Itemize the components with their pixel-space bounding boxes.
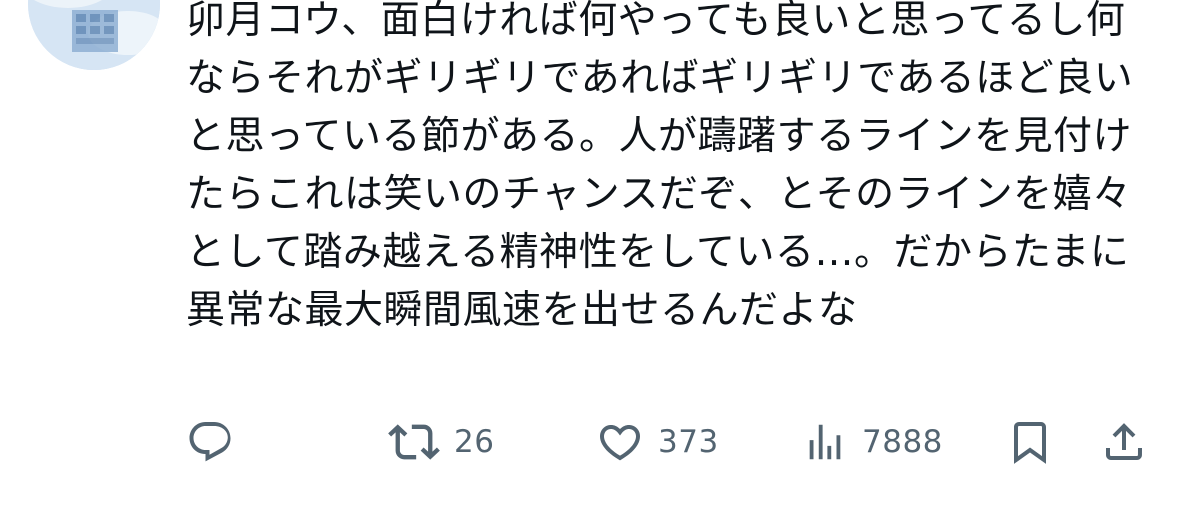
share-icon — [1106, 423, 1142, 460]
retweet-icon — [388, 424, 440, 460]
reply-button[interactable] — [186, 410, 234, 474]
tweet-actions: 26 373 7888 — [0, 410, 1179, 474]
avatar[interactable] — [28, 0, 160, 70]
tweet-text: 卯月コウ、面白ければ何やっても良いと思ってるし何ならそれがギリギリであればギリギ… — [186, 0, 1134, 333]
bookmark-button[interactable] — [1006, 410, 1054, 474]
analytics-icon — [809, 424, 841, 460]
avatar-image — [28, 0, 160, 70]
heart-icon — [599, 425, 641, 461]
views-button[interactable]: 7888 — [802, 410, 943, 474]
share-button[interactable] — [1100, 410, 1148, 474]
like-button[interactable]: 373 — [596, 410, 719, 474]
bookmark-icon — [1014, 422, 1046, 464]
reply-icon — [189, 422, 231, 462]
views-count: 7888 — [862, 424, 943, 460]
retweet-button[interactable]: 26 — [388, 410, 494, 474]
like-count: 373 — [658, 424, 719, 460]
retweet-count: 26 — [454, 424, 495, 460]
